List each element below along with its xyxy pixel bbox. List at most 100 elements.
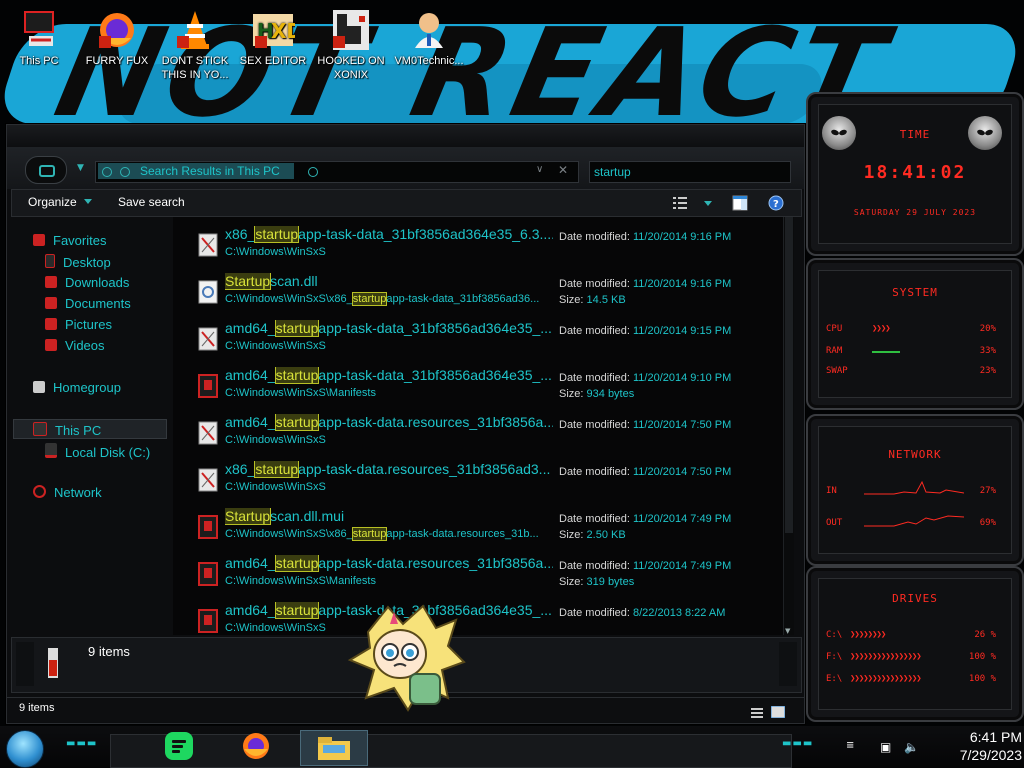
system-gadget[interactable]: SYSTEM CPU ❯❯❯❯ 20% RAM 33% SWAP 23% <box>806 258 1024 410</box>
date-modified-value: 11/20/2014 9:16 PM <box>633 278 732 290</box>
details-view-icon[interactable] <box>751 704 763 723</box>
nav-desktop[interactable]: Desktop <box>45 254 111 270</box>
details-pane-decor <box>779 642 797 686</box>
nav-favorites[interactable]: Favorites <box>33 233 106 248</box>
volume-tray-icon[interactable]: 🔈 <box>904 740 919 754</box>
file-name-part: scan.dll <box>270 273 318 289</box>
chevron-meter-icon: ❯❯❯❯❯❯❯❯❯❯❯❯❯❯❯❯ <box>850 652 922 662</box>
taskbar-explorer-app[interactable] <box>300 730 368 766</box>
file-name-part: amd64_ <box>225 602 276 618</box>
cpu-row: CPU ❯❯❯❯ 20% <box>826 324 996 336</box>
file-path-part: app-task-data.resources_31b... <box>386 528 539 540</box>
search-input[interactable]: startup <box>589 161 791 183</box>
network-gadget[interactable]: NETWORK IN 27% OUT 69% <box>806 414 1024 566</box>
result-row[interactable]: amd64_startupapp-task-data_31bf3856ad364… <box>173 315 783 362</box>
file-path-part: C:\Windows\WinSxS\x86_ <box>225 293 353 305</box>
result-row[interactable]: amd64_startupapp-task-data_31bf3856ad364… <box>173 362 783 409</box>
taskbar-firefox-app[interactable] <box>240 731 272 761</box>
date-modified: Date modified: 11/20/2014 9:15 PM <box>559 325 731 337</box>
date-modified-label: Date modified: <box>559 466 630 478</box>
desktop-icon-vm0technic[interactable]: VM0Technic... <box>392 8 466 68</box>
result-row[interactable]: amd64_startupapp-task-data.resources_31b… <box>173 409 783 456</box>
swap-label: SWAP <box>826 366 848 376</box>
result-row[interactable]: x86_startupapp-task-data.resources_31bf3… <box>173 456 783 503</box>
network-in-percent: 27% <box>979 486 996 496</box>
desktop-icon-sex-editor[interactable]: H XD SEX EDITOR <box>236 8 310 68</box>
svg-text:XD: XD <box>271 19 295 43</box>
taskbar-spotify-app[interactable] <box>163 731 195 761</box>
drive-c-percent: 26 % <box>974 630 996 640</box>
file-size-value: 934 bytes <box>586 388 635 400</box>
nav-videos[interactable]: Videos <box>45 338 105 353</box>
nav-homegroup[interactable]: Homegroup <box>33 380 121 395</box>
drive-f-percent: 100 % <box>968 652 996 662</box>
result-row[interactable]: Startupscan.dll C:\Windows\WinSxS\x86_sta… <box>173 268 783 315</box>
details-item-count: 9 items <box>88 644 130 659</box>
show-hidden-icons-icon[interactable]: ≡ <box>846 740 855 751</box>
file-name-part: app-task-data.resources_31bf3856a... <box>318 414 553 430</box>
homegroup-icon <box>33 381 45 393</box>
preview-pane-icon[interactable] <box>732 195 748 211</box>
clear-address-icon[interactable]: ✕ <box>558 163 568 177</box>
desktop-icon-hooked-on-xonix[interactable]: HOOKED ON XONIX <box>314 8 388 82</box>
date-modified-value: 11/20/2014 9:15 PM <box>633 325 732 337</box>
file-name-part: amd64_ <box>225 555 276 571</box>
hxd-icon: H XD <box>251 8 303 52</box>
search-match-highlight: startup <box>254 461 300 478</box>
view-dropdown-icon[interactable] <box>700 195 716 211</box>
start-button[interactable] <box>6 730 44 768</box>
time-gadget[interactable]: TIME 18:41:02 SATURDAY 29 JULY 2023 <box>806 92 1024 256</box>
status-item-count: 9 items <box>19 702 55 714</box>
file-name: Startupscan.dll.mui <box>225 508 553 525</box>
nav-label: This PC <box>55 423 102 438</box>
vertical-scrollbar[interactable]: ▼ <box>783 217 794 635</box>
recent-locations-icon[interactable]: ▼ <box>77 163 84 173</box>
view-options-icon[interactable] <box>672 195 688 211</box>
nav-pictures[interactable]: Pictures <box>45 317 112 332</box>
nav-network[interactable]: Network <box>33 485 102 500</box>
nav-local-disk[interactable]: Local Disk (C:) <box>45 443 150 460</box>
desktop-icon-this-pc[interactable]: This PC <box>2 8 76 68</box>
download-icon <box>45 276 57 288</box>
result-row[interactable]: amd64_startupapp-task-data.resources_31b… <box>173 550 783 597</box>
drives-gadget[interactable]: DRIVES C:\ ❯❯❯❯❯❯❯❯ 26 % F:\ ❯❯❯❯❯❯❯❯❯❯❯❯❯❯… <box>806 566 1024 722</box>
computer-icon <box>17 8 61 52</box>
save-search-button[interactable]: Save search <box>118 195 185 209</box>
clock-date: 7/29/2023 <box>959 747 1022 763</box>
address-bar[interactable]: Search Results in This PC ∨ ✕ <box>95 161 579 183</box>
taskbar-app-area <box>110 734 792 768</box>
scrollbar-thumb[interactable] <box>785 217 793 533</box>
desktop-icon-furry-fux[interactable]: FURRY FUX <box>80 8 154 68</box>
file-path: C:\Windows\WinSxS <box>225 339 551 353</box>
file-icon <box>197 280 219 304</box>
help-icon[interactable]: ? <box>768 195 784 211</box>
chevron-meter-icon: ❯❯❯❯❯❯❯❯ <box>850 630 886 640</box>
network-tray-icon[interactable]: ▣ <box>880 740 891 754</box>
result-row[interactable]: amd64_startupapp-task-data_31bf3856ad364… <box>173 597 783 635</box>
file-name: x86_startupapp-task-data.resources_31bf3… <box>225 461 553 478</box>
result-row[interactable]: Startupscan.dll.mui C:\Windows\WinSxS\x86… <box>173 503 783 550</box>
organize-button[interactable]: Organize <box>28 195 77 209</box>
result-row[interactable]: x86_startupapp-task-data_31bf3856ad364e3… <box>173 221 783 268</box>
search-match-highlight: startup <box>351 292 388 306</box>
window-titlebar[interactable] <box>7 125 804 147</box>
breadcrumb-dot-icon <box>308 167 318 177</box>
desktop-icon-dont-stick[interactable]: DONT STICK THIS IN YO... <box>158 8 232 82</box>
organize-dropdown-icon[interactable] <box>84 199 92 204</box>
file-name-part: amd64_ <box>225 320 276 336</box>
file-icon <box>197 421 219 445</box>
nav-documents[interactable]: Documents <box>45 296 131 311</box>
scroll-down-arrow-icon[interactable]: ▼ <box>785 627 790 635</box>
file-name: amd64_startupapp-task-data.resources_31b… <box>225 555 553 572</box>
nav-downloads[interactable]: Downloads <box>45 275 129 290</box>
address-dropdown-icon[interactable]: ∨ <box>536 164 543 175</box>
large-icons-view-icon[interactable] <box>770 703 786 722</box>
date-modified: Date modified: 8/22/2013 8:22 AM <box>559 607 725 619</box>
drive-c-label: C:\ <box>826 630 843 640</box>
pictures-icon <box>45 318 57 330</box>
command-bar: Organize Save search ? <box>11 189 802 217</box>
back-button[interactable] <box>25 156 67 184</box>
nav-this-pc[interactable]: This PC <box>33 422 101 438</box>
spotify-icon <box>165 732 193 760</box>
taskbar-clock[interactable]: 6:41 PM 7/29/2023 <box>930 728 1022 764</box>
